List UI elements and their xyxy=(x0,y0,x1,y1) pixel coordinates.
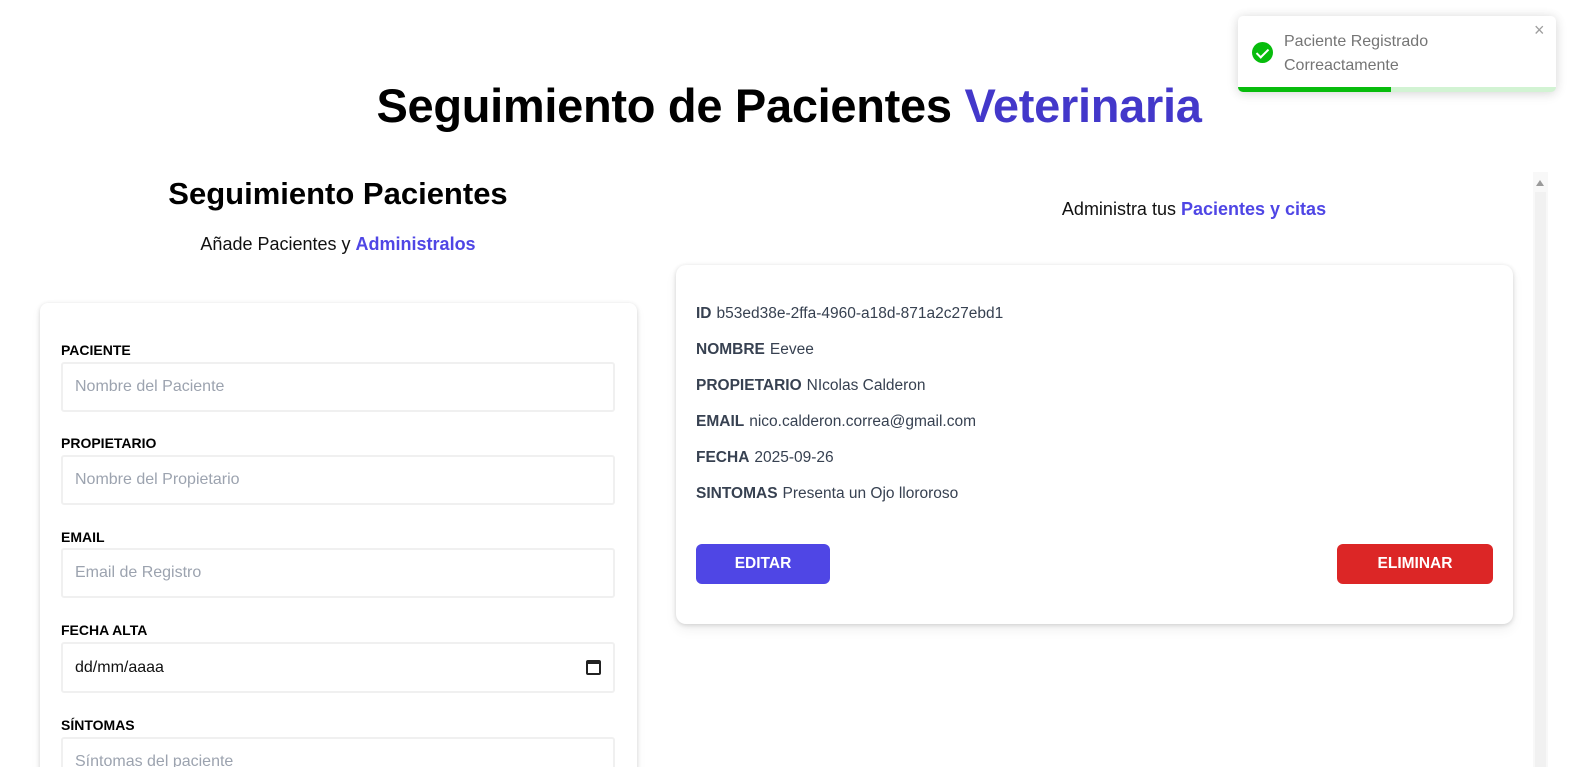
patient-nombre-value: Eevee xyxy=(769,341,814,358)
form-subtitle-accent: Administralos xyxy=(355,234,476,254)
success-toast[interactable]: Paciente Registrado Correactamente × xyxy=(1238,16,1556,92)
form-subtitle: Añade Pacientes y Administralos xyxy=(40,234,636,255)
toast-line-2: Correactamente xyxy=(1284,57,1399,74)
paciente-label: PACIENTE xyxy=(61,342,131,358)
patient-id-row: ID b53ed38e-2ffa-4960-a18d-871a2c27ebd1 xyxy=(696,305,1003,323)
scroll-up-arrow-icon[interactable] xyxy=(1536,180,1544,186)
delete-button[interactable]: ELIMINAR xyxy=(1337,544,1493,584)
fecha-alta-value: dd/mm/aaaa xyxy=(75,658,164,676)
propietario-label: PROPIETARIO xyxy=(61,435,157,451)
patient-nombre-label: NOMBRE xyxy=(696,341,765,358)
patient-fecha-value: 2025-09-26 xyxy=(754,449,834,466)
patient-nombre-row: NOMBRE Eevee xyxy=(696,341,814,359)
propietario-input[interactable] xyxy=(61,455,615,505)
patient-propietario-value: NIcolas Calderon xyxy=(806,377,926,394)
patient-sintomas-label: SINTOMAS xyxy=(696,485,778,502)
check-circle-icon xyxy=(1252,42,1273,63)
patient-email-row: EMAIL nico.calderon.correa@gmail.com xyxy=(696,413,976,431)
patient-propietario-label: PROPIETARIO xyxy=(696,377,802,394)
patient-sintomas-value: Presenta un Ojo llororoso xyxy=(782,485,959,502)
page-title-accent: Veterinaria xyxy=(964,79,1202,132)
patient-id-label: ID xyxy=(696,305,712,322)
patient-propietario-row: PROPIETARIO NIcolas Calderon xyxy=(696,377,926,395)
email-input[interactable] xyxy=(61,548,615,598)
list-subtitle: Administra tus Pacientes y citas xyxy=(676,199,1578,220)
sintomas-input[interactable] xyxy=(61,737,615,767)
patient-fecha-row: FECHA 2025-09-26 xyxy=(696,449,834,467)
scrollbar-thumb[interactable] xyxy=(1535,192,1546,767)
patient-id-value: b53ed38e-2ffa-4960-a18d-871a2c27ebd1 xyxy=(716,305,1004,322)
calendar-icon[interactable] xyxy=(586,660,601,675)
close-icon[interactable]: × xyxy=(1534,18,1545,42)
toast-progress-bar xyxy=(1238,87,1391,92)
sintomas-label: SÍNTOMAS xyxy=(61,717,135,733)
paciente-input[interactable] xyxy=(61,362,615,412)
patient-sintomas-row: SINTOMAS Presenta un Ojo llororoso xyxy=(696,485,958,503)
fecha-alta-input[interactable]: dd/mm/aaaa xyxy=(61,642,615,693)
fecha-alta-label: FECHA ALTA xyxy=(61,622,148,638)
page-title-main: Seguimiento de Pacientes xyxy=(376,79,952,132)
patient-email-label: EMAIL xyxy=(696,413,745,430)
form-subtitle-text: Añade Pacientes y xyxy=(200,234,351,254)
list-subtitle-text: Administra tus xyxy=(1061,199,1176,219)
patient-email-value: nico.calderon.correa@gmail.com xyxy=(749,413,977,430)
patient-card: ID b53ed38e-2ffa-4960-a18d-871a2c27ebd1 N… xyxy=(676,265,1513,624)
patient-form: PACIENTE PROPIETARIO EMAIL FECHA ALTA dd… xyxy=(40,303,637,767)
form-heading: Seguimiento Pacientes xyxy=(168,176,508,211)
list-subtitle-accent: Pacientes y citas xyxy=(1180,199,1327,219)
patient-fecha-label: FECHA xyxy=(696,449,750,466)
toast-line-1: Paciente Registrado xyxy=(1284,33,1429,50)
edit-button[interactable]: EDITAR xyxy=(696,544,830,584)
email-label: EMAIL xyxy=(61,529,105,545)
toast-message: Paciente Registrado Correactamente xyxy=(1284,30,1504,78)
